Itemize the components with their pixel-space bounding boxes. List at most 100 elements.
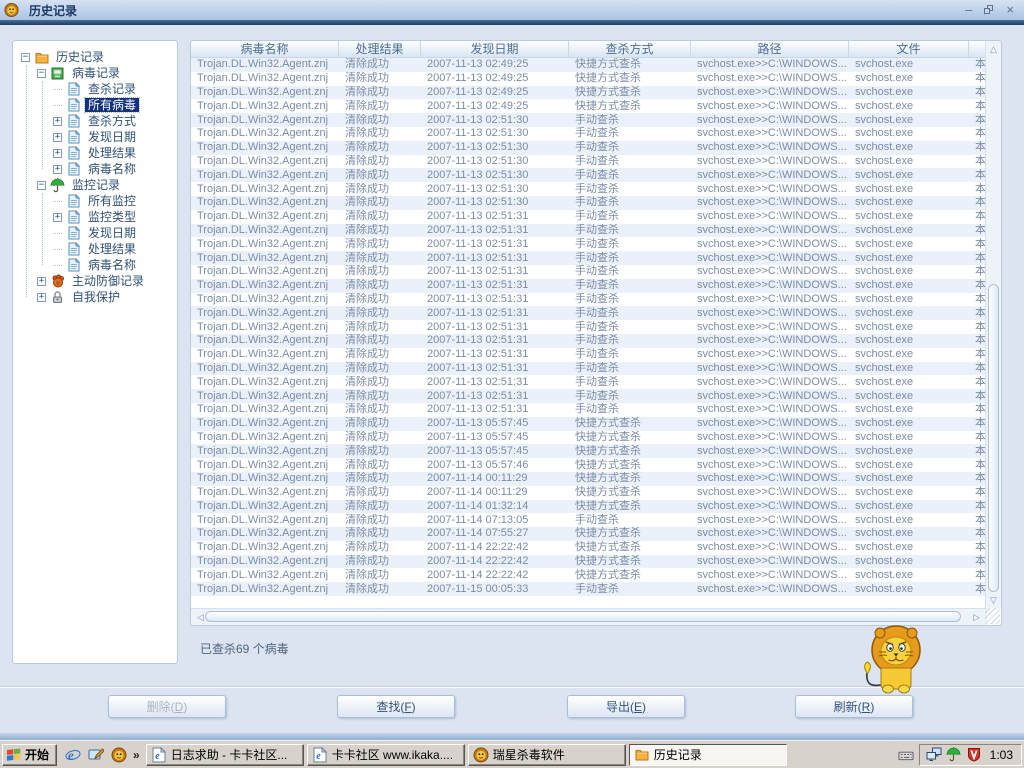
table-row[interactable]: Trojan.DL.Win32.Agent.znj 清除成功 2007-11-13 …	[191, 431, 987, 445]
tree-item-label[interactable]: 处理结果	[85, 242, 139, 256]
column-header-name[interactable]: 病毒名称	[191, 41, 339, 58]
task-button-日志求助 - 卡卡社区...[interactable]: e 日志求助 - 卡卡社区...	[145, 743, 304, 766]
tree-item-label[interactable]: 处理结果	[85, 146, 139, 160]
task-button-历史记录[interactable]: 历史记录	[628, 743, 787, 766]
chevron-expand-icon[interactable]: »	[133, 748, 140, 762]
table-row[interactable]: Trojan.DL.Win32.Agent.znj 清除成功 2007-11-13 …	[191, 444, 987, 459]
tree-item-label[interactable]: 病毒名称	[85, 258, 139, 272]
table-row[interactable]: Trojan.DL.Win32.Agent.znj 清除成功 2007-11-14 …	[191, 541, 987, 555]
tree-item-label[interactable]: 病毒名称	[85, 162, 139, 176]
tree-item-所有监控[interactable]: 所有监控	[13, 193, 177, 209]
table-row[interactable]: Trojan.DL.Win32.Agent.znj 清除成功 2007-11-13 …	[191, 278, 987, 293]
table-row[interactable]: Trojan.DL.Win32.Agent.znj 清除成功 2007-11-13 …	[191, 127, 987, 141]
close-button[interactable]: ×	[1006, 1, 1014, 19]
find-button[interactable]: 查找(F)	[337, 695, 455, 718]
restore-button[interactable]	[984, 5, 994, 15]
tree-item-label[interactable]: 所有监控	[85, 194, 139, 208]
tree-item-label[interactable]: 查杀记录	[85, 82, 139, 96]
table-row[interactable]: Trojan.DL.Win32.Agent.znj 清除成功 2007-11-14 …	[191, 486, 987, 500]
refresh-button[interactable]: 刷新(R)	[795, 695, 913, 718]
ie-icon[interactable]: e	[65, 747, 81, 763]
show-desktop-icon[interactable]	[88, 747, 105, 763]
table-row[interactable]: Trojan.DL.Win32.Agent.znj 清除成功 2007-11-15 …	[191, 582, 987, 597]
minimize-button[interactable]: –	[965, 1, 972, 19]
tree-item-label[interactable]: 查杀方式	[85, 114, 139, 128]
tree-item-病毒名称[interactable]: + 病毒名称	[13, 161, 177, 177]
table-row[interactable]: Trojan.DL.Win32.Agent.znj 清除成功 2007-11-13 …	[191, 403, 987, 417]
scroll-up-arrow-icon[interactable]: △	[986, 44, 1001, 55]
expand-plus-icon[interactable]: +	[53, 164, 62, 174]
tree-item-查杀方式[interactable]: + 查杀方式	[13, 113, 177, 129]
table-row[interactable]: Trojan.DL.Win32.Agent.znj 清除成功 2007-11-13 …	[191, 223, 987, 238]
table-row[interactable]: Trojan.DL.Win32.Agent.znj 清除成功 2007-11-13 …	[191, 58, 987, 72]
table-row[interactable]: Trojan.DL.Win32.Agent.znj 清除成功 2007-11-13 …	[191, 85, 987, 100]
collapse-minus-icon[interactable]: −	[37, 68, 46, 78]
tree-item-所有病毒[interactable]: 所有病毒	[13, 97, 177, 113]
table-row[interactable]: Trojan.DL.Win32.Agent.znj 清除成功 2007-11-13 …	[191, 168, 987, 183]
table-row[interactable]: Trojan.DL.Win32.Agent.znj 清除成功 2007-11-13 …	[191, 306, 987, 321]
vertical-scrollbar[interactable]: △ ▽	[985, 41, 1001, 608]
tree-item-处理结果[interactable]: + 处理结果	[13, 145, 177, 161]
tree-item-监控记录[interactable]: − 监控记录	[13, 177, 177, 193]
tree-item-label[interactable]: 发现日期	[85, 226, 139, 240]
horizontal-scrollbar-thumb[interactable]	[205, 611, 961, 622]
table-row[interactable]: Trojan.DL.Win32.Agent.znj 清除成功 2007-11-13 …	[191, 113, 987, 127]
expand-plus-icon[interactable]: +	[37, 276, 46, 286]
column-header-method[interactable]: 查杀方式	[569, 41, 691, 58]
column-header-file[interactable]: 文件	[849, 41, 969, 58]
vertical-scrollbar-thumb[interactable]	[988, 284, 999, 592]
table-row[interactable]: Trojan.DL.Win32.Agent.znj 清除成功 2007-11-14 …	[191, 527, 987, 541]
tree-item-label[interactable]: 病毒记录	[69, 66, 123, 80]
table-row[interactable]: Trojan.DL.Win32.Agent.znj 清除成功 2007-11-13 …	[191, 210, 987, 224]
collapse-minus-icon[interactable]: −	[21, 52, 30, 62]
umbrella-icon[interactable]	[946, 747, 962, 763]
tree-item-label[interactable]: 发现日期	[85, 130, 139, 144]
table-row[interactable]: Trojan.DL.Win32.Agent.znj 清除成功 2007-11-13 …	[191, 320, 987, 334]
table-row[interactable]: Trojan.DL.Win32.Agent.znj 清除成功 2007-11-13 …	[191, 333, 987, 348]
expand-plus-icon[interactable]: +	[53, 132, 62, 142]
resize-grip[interactable]	[985, 608, 1000, 624]
table-row[interactable]: Trojan.DL.Win32.Agent.znj 清除成功 2007-11-13 …	[191, 361, 987, 376]
tree-item-label[interactable]: 自我保护	[69, 290, 123, 304]
keyboard-icon[interactable]	[898, 747, 914, 763]
rising-lion-icon[interactable]	[111, 747, 127, 763]
table-row[interactable]: Trojan.DL.Win32.Agent.znj 清除成功 2007-11-14 …	[191, 568, 987, 582]
table-row[interactable]: Trojan.DL.Win32.Agent.znj 清除成功 2007-11-13 …	[191, 251, 987, 265]
table-row[interactable]: Trojan.DL.Win32.Agent.znj 清除成功 2007-11-13 …	[191, 72, 987, 86]
expand-plus-icon[interactable]: +	[53, 148, 62, 158]
table-row[interactable]: Trojan.DL.Win32.Agent.znj 清除成功 2007-11-13 …	[191, 99, 987, 113]
expand-plus-icon[interactable]: +	[53, 212, 62, 222]
expand-plus-icon[interactable]: +	[37, 292, 46, 302]
table-row[interactable]: Trojan.DL.Win32.Agent.znj 清除成功 2007-11-14 …	[191, 513, 987, 527]
table-row[interactable]: Trojan.DL.Win32.Agent.znj 清除成功 2007-11-13 …	[191, 182, 987, 196]
table-row[interactable]: Trojan.DL.Win32.Agent.znj 清除成功 2007-11-13 …	[191, 293, 987, 307]
task-button-瑞星杀毒软件[interactable]: 瑞星杀毒软件	[467, 743, 626, 766]
tree-item-处理结果[interactable]: 处理结果	[13, 241, 177, 257]
network-icon[interactable]	[926, 747, 942, 763]
export-button[interactable]: 导出(E)	[567, 695, 685, 718]
tree-item-监控类型[interactable]: + 监控类型	[13, 209, 177, 225]
table-row[interactable]: Trojan.DL.Win32.Agent.znj 清除成功 2007-11-14 …	[191, 499, 987, 514]
expand-plus-icon[interactable]: +	[53, 116, 62, 126]
table-row[interactable]: Trojan.DL.Win32.Agent.znj 清除成功 2007-11-13 …	[191, 416, 987, 431]
table-row[interactable]: Trojan.DL.Win32.Agent.znj 清除成功 2007-11-13 …	[191, 265, 987, 279]
tree-item-label[interactable]: 监控类型	[85, 210, 139, 224]
table-row[interactable]: Trojan.DL.Win32.Agent.znj 清除成功 2007-11-13 …	[191, 195, 987, 210]
shield-v-icon[interactable]	[966, 747, 982, 763]
table-row[interactable]: Trojan.DL.Win32.Agent.znj 清除成功 2007-11-13 …	[191, 140, 987, 155]
tree-item-查杀记录[interactable]: 查杀记录	[13, 81, 177, 97]
tree-item-label[interactable]: 主动防御记录	[69, 274, 147, 288]
tree-item-主动防御记录[interactable]: + 主动防御记录	[13, 273, 177, 289]
table-row[interactable]: Trojan.DL.Win32.Agent.znj 清除成功 2007-11-13 …	[191, 389, 987, 403]
table-row[interactable]: Trojan.DL.Win32.Agent.znj 清除成功 2007-11-14 …	[191, 554, 987, 569]
table-row[interactable]: Trojan.DL.Win32.Agent.znj 清除成功 2007-11-14 …	[191, 471, 987, 486]
task-button-卡卡社区 www.ikaka....[interactable]: e 卡卡社区 www.ikaka....	[306, 743, 465, 766]
delete-button[interactable]: 删除(D)	[108, 695, 226, 718]
tree-item-label[interactable]: 所有病毒	[83, 97, 141, 113]
table-row[interactable]: Trojan.DL.Win32.Agent.znj 清除成功 2007-11-13 …	[191, 348, 987, 362]
column-header-date[interactable]: 发现日期	[421, 41, 569, 58]
table-row[interactable]: Trojan.DL.Win32.Agent.znj 清除成功 2007-11-13 …	[191, 458, 987, 472]
column-header-path[interactable]: 路径	[691, 41, 849, 58]
collapse-minus-icon[interactable]: −	[37, 180, 46, 190]
table-row[interactable]: Trojan.DL.Win32.Agent.znj 清除成功 2007-11-13 …	[191, 375, 987, 389]
